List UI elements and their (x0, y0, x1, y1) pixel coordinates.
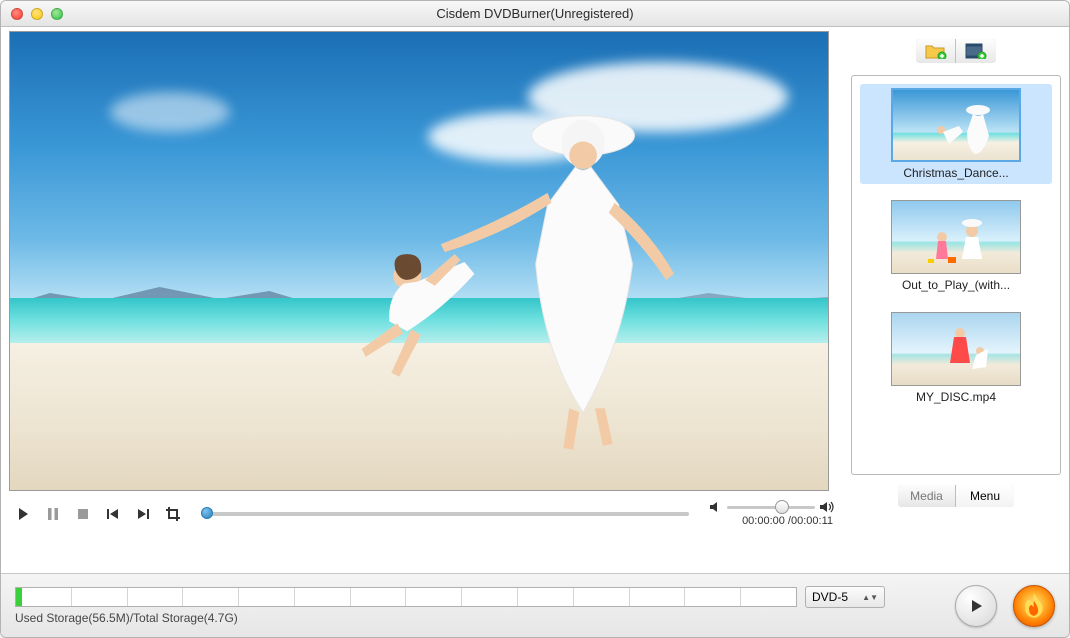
disc-type-value: DVD-5 (812, 590, 848, 604)
next-button[interactable] (135, 506, 151, 522)
media-item-2[interactable]: MY_DISC.mp4 (860, 308, 1052, 408)
burn-button[interactable] (1013, 585, 1055, 627)
storage-fill (16, 588, 22, 606)
disc-type-select[interactable]: DVD-5 ▲▼ (805, 586, 885, 608)
action-buttons (955, 585, 1055, 627)
seek-thumb[interactable] (201, 507, 213, 519)
volume-down-icon[interactable] (709, 501, 723, 513)
storage-label: Used Storage(56.5M)/Total Storage(4.7G) (15, 611, 885, 625)
view-tabs: Media Menu (851, 485, 1061, 507)
volume-control (709, 501, 835, 513)
volume-thumb[interactable] (775, 500, 789, 514)
content-area: 00:00:00 /00:00:11 (1, 27, 1069, 573)
sidebar: Christmas_Dance... Out_to_Play_(with... (851, 31, 1061, 573)
playback-controls: 00:00:00 /00:00:11 (9, 491, 841, 531)
media-item-1[interactable]: Out_to_Play_(with... (860, 196, 1052, 296)
media-thumb-0 (891, 88, 1021, 162)
bottom-bar: DVD-5 ▲▼ Used Storage(56.5M)/Total Stora… (1, 573, 1069, 637)
media-thumb-1 (891, 200, 1021, 274)
media-label-1: Out_to_Play_(with... (902, 278, 1010, 292)
window-title: Cisdem DVDBurner(Unregistered) (1, 6, 1069, 21)
app-window: Cisdem DVDBurner(Unregistered) (0, 0, 1070, 638)
select-arrows-icon: ▲▼ (862, 595, 878, 600)
preview-play-button[interactable] (955, 585, 997, 627)
video-preview[interactable] (9, 31, 829, 491)
volume-slider[interactable] (727, 506, 815, 509)
play-button[interactable] (15, 506, 31, 522)
add-folder-button[interactable] (916, 39, 956, 63)
media-thumb-2 (891, 312, 1021, 386)
preview-pane: 00:00:00 /00:00:11 (9, 31, 841, 573)
volume-up-icon[interactable] (819, 501, 835, 513)
storage-bar (15, 587, 797, 607)
time-display: 00:00:00 /00:00:11 (742, 515, 835, 527)
storage-panel: DVD-5 ▲▼ Used Storage(56.5M)/Total Stora… (15, 586, 885, 625)
titlebar: Cisdem DVDBurner(Unregistered) (1, 1, 1069, 27)
pause-button[interactable] (45, 506, 61, 522)
minimize-window-button[interactable] (31, 8, 43, 20)
add-toolbar (851, 31, 1061, 65)
media-label-2: MY_DISC.mp4 (916, 390, 996, 404)
media-item-0[interactable]: Christmas_Dance... (860, 84, 1052, 184)
tab-media[interactable]: Media (898, 485, 956, 507)
zoom-window-button[interactable] (51, 8, 63, 20)
seek-slider[interactable] (201, 512, 689, 516)
tab-menu[interactable]: Menu (956, 485, 1014, 507)
crop-button[interactable] (165, 506, 181, 522)
media-label-0: Christmas_Dance... (903, 166, 1008, 180)
preview-figures (321, 96, 746, 472)
media-list: Christmas_Dance... Out_to_Play_(with... (851, 75, 1061, 475)
stop-button[interactable] (75, 506, 91, 522)
prev-button[interactable] (105, 506, 121, 522)
close-window-button[interactable] (11, 8, 23, 20)
traffic-lights (1, 8, 63, 20)
add-video-button[interactable] (956, 39, 996, 63)
